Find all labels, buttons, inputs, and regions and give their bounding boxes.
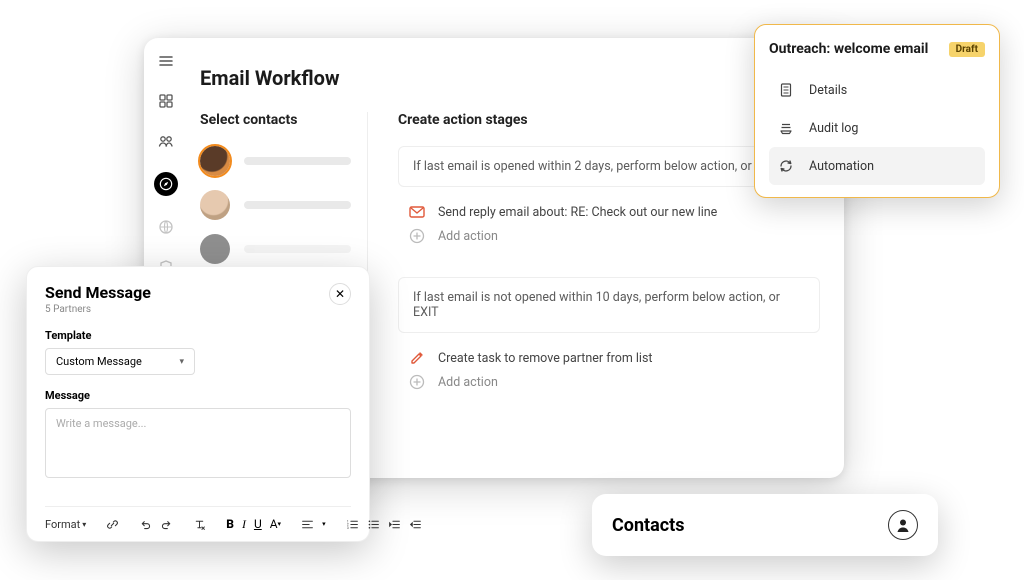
outreach-panel: Outreach: welcome email Draft Details Au… <box>754 24 1000 198</box>
indent-icon[interactable] <box>409 517 422 531</box>
outreach-item-audit-log[interactable]: Audit log <box>769 109 985 147</box>
outreach-item-label: Automation <box>809 159 874 174</box>
action-send-email[interactable]: Send reply email about: RE: Check out ou… <box>408 203 820 221</box>
globe-icon[interactable] <box>157 218 175 236</box>
menu-icon[interactable] <box>157 52 175 70</box>
plus-circle-icon <box>408 373 426 391</box>
text-color-icon[interactable]: A▾ <box>270 517 281 531</box>
dashboard-icon[interactable] <box>157 92 175 110</box>
contact-name-placeholder <box>244 201 351 209</box>
template-value: Custom Message <box>56 355 142 368</box>
contacts-title: Contacts <box>612 515 684 536</box>
undo-icon[interactable] <box>139 517 152 531</box>
user-icon <box>888 510 918 540</box>
avatar <box>200 234 230 264</box>
close-button[interactable]: ✕ <box>329 283 351 305</box>
clear-format-icon[interactable] <box>193 517 206 531</box>
stack-icon <box>777 119 795 137</box>
contact-row[interactable] <box>200 234 351 264</box>
redo-icon[interactable] <box>160 517 173 531</box>
bold-icon[interactable]: B <box>226 517 234 531</box>
link-icon[interactable] <box>106 517 119 531</box>
avatar <box>200 146 230 176</box>
users-icon[interactable] <box>157 132 175 150</box>
refresh-icon <box>777 157 795 175</box>
list-unordered-icon[interactable] <box>367 517 380 531</box>
contact-name-placeholder <box>244 157 351 165</box>
format-dropdown[interactable]: Format ▾ <box>45 518 86 531</box>
message-placeholder: Write a message... <box>56 417 146 430</box>
outreach-item-label: Audit log <box>809 121 858 136</box>
page-title: Email Workflow <box>200 66 844 90</box>
svg-text:3: 3 <box>346 525 348 529</box>
template-label: Template <box>45 329 351 342</box>
message-input[interactable]: Write a message... <box>45 408 351 478</box>
chevron-down-icon: ▾ <box>179 357 184 367</box>
contact-name-placeholder <box>244 245 351 253</box>
action-label: Send reply email about: RE: Check out ou… <box>438 205 717 220</box>
mail-icon <box>408 203 426 221</box>
plus-circle-icon <box>408 227 426 245</box>
close-icon: ✕ <box>335 287 345 301</box>
compass-icon[interactable] <box>154 172 178 196</box>
draft-badge: Draft <box>949 42 985 57</box>
document-icon <box>777 81 795 99</box>
send-message-subtitle: 5 Partners <box>45 304 151 315</box>
action-label: Create task to remove partner from list <box>438 351 653 366</box>
action-create-task[interactable]: Create task to remove partner from list <box>408 349 820 367</box>
message-label: Message <box>45 389 351 402</box>
select-contacts-heading: Select contacts <box>200 112 351 128</box>
chevron-down-icon: ▾ <box>82 520 86 529</box>
edit-icon <box>408 349 426 367</box>
template-select[interactable]: Custom Message ▾ <box>45 348 195 375</box>
editor-toolbar: Format ▾ B I U A▾ ▾ 123 <box>45 506 351 531</box>
outdent-icon[interactable] <box>388 517 401 531</box>
avatar <box>200 190 230 220</box>
outreach-item-details[interactable]: Details <box>769 71 985 109</box>
outreach-title: Outreach: welcome email <box>769 41 928 57</box>
contact-row[interactable] <box>200 190 351 220</box>
outreach-item-label: Details <box>809 83 847 98</box>
rule-condition[interactable]: If last email is not opened within 10 da… <box>398 277 820 333</box>
add-action[interactable]: Add action <box>408 227 820 245</box>
send-message-modal: Send Message 5 Partners ✕ Template Custo… <box>26 266 370 542</box>
add-action-label: Add action <box>438 229 498 244</box>
align-dropdown-icon[interactable]: ▾ <box>322 517 326 531</box>
contacts-chip[interactable]: Contacts <box>592 494 938 556</box>
contact-row[interactable] <box>200 146 351 176</box>
underline-icon[interactable]: U <box>254 517 262 531</box>
add-action-label: Add action <box>438 375 498 390</box>
outreach-item-automation[interactable]: Automation <box>769 147 985 185</box>
send-message-title: Send Message <box>45 283 151 302</box>
list-ordered-icon[interactable]: 123 <box>346 517 359 531</box>
italic-icon[interactable]: I <box>242 517 246 531</box>
add-action[interactable]: Add action <box>408 373 820 391</box>
align-left-icon[interactable] <box>301 517 314 531</box>
